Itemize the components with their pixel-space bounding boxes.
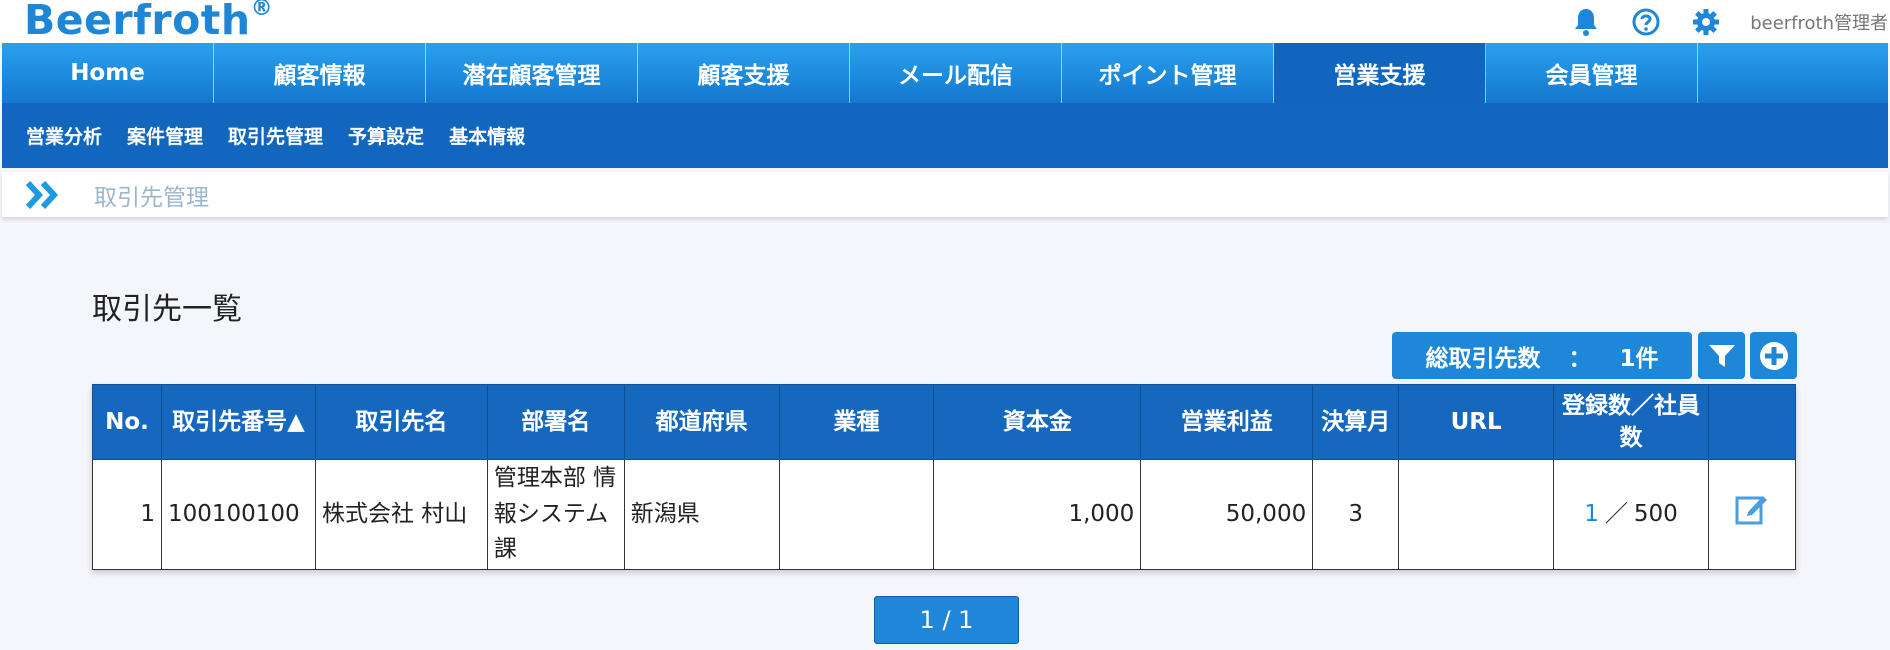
col-registered-employees[interactable]: 登録数／社員数 [1553,384,1709,460]
nav-customer-support[interactable]: 顧客支援 [638,43,850,103]
total-separator: ： [1568,345,1592,372]
gear-icon[interactable] [1690,6,1722,38]
col-operating-profit[interactable]: 営業利益 [1140,384,1314,460]
add-client-button[interactable] [1750,332,1797,379]
subnav-client-management[interactable]: 取引先管理 [228,122,323,149]
nav-home[interactable]: Home [2,43,214,103]
table-header-row: No. 取引先番号▲ 取引先名 部署名 都道府県 業種 資本金 営業利益 決算月… [92,384,1797,460]
double-chevron-right-icon [26,178,66,212]
edit-icon [1735,495,1767,525]
cell-industry [778,459,935,570]
filter-icon [1708,344,1735,367]
cell-registered-employees: 1 ／ 500 [1553,459,1709,570]
total-value: 1件 [1619,345,1659,372]
sub-nav: 営業分析 案件管理 取引先管理 予算設定 基本情報 [2,103,1888,168]
col-client-name[interactable]: 取引先名 [314,384,488,460]
col-client-code[interactable]: 取引先番号▲ [160,384,316,460]
nav-prospect-management[interactable]: 潜在顧客管理 [426,43,638,103]
subnav-sales-analysis[interactable]: 営業分析 [26,122,102,149]
col-actions [1707,384,1797,460]
page-title: 取引先一覧 [92,292,242,327]
col-prefecture[interactable]: 都道府県 [623,384,780,460]
cell-client-name: 株式会社 村山 [314,459,488,570]
cell-url [1398,459,1555,570]
cell-prefecture: 新潟県 [623,459,780,570]
cell-no: 1 [92,459,162,570]
subnav-deal-management[interactable]: 案件管理 [127,122,203,149]
employee-count: 500 [1633,500,1678,527]
cell-actions [1707,459,1797,570]
top-icons: beerfroth管理者 [1570,6,1890,38]
nav-member-management[interactable]: 会員管理 [1486,43,1698,103]
nav-point-management[interactable]: ポイント管理 [1062,43,1274,103]
col-capital[interactable]: 資本金 [933,384,1142,460]
bell-icon[interactable] [1570,6,1602,38]
nav-mail-delivery[interactable]: メール配信 [850,43,1062,103]
table-row[interactable]: 1 100100100 株式会社 村山 管理本部 情報システム課 新潟県 1,0… [92,459,1797,570]
top-bar: Beerfroth® beerfroth管理者 [0,0,1890,44]
edit-button[interactable] [1735,492,1769,538]
user-name[interactable]: beerfroth管理者 [1750,9,1888,35]
nav-customer-info[interactable]: 顧客情報 [214,43,426,103]
col-url[interactable]: URL [1398,384,1555,460]
plus-circle-icon [1759,341,1788,370]
cell-operating-profit: 50,000 [1140,459,1314,570]
breadcrumb: 取引先管理 [2,172,1888,217]
col-industry[interactable]: 業種 [778,384,935,460]
breadcrumb-current: 取引先管理 [94,184,209,211]
cell-department: 管理本部 情報システム課 [486,459,625,570]
cell-client-code: 100100100 [160,459,316,570]
client-table: No. 取引先番号▲ 取引先名 部署名 都道府県 業種 資本金 営業利益 決算月… [92,384,1797,570]
app-logo[interactable]: Beerfroth® [24,0,273,44]
col-fiscal-month[interactable]: 決算月 [1312,384,1400,460]
cell-capital: 1,000 [933,459,1142,570]
nav-sales-support[interactable]: 営業支援 [1274,43,1486,103]
total-count-badge: 総取引先数 ： 1件 [1392,332,1692,379]
main-nav: Home 顧客情報 潜在顧客管理 顧客支援 メール配信 ポイント管理 営業支援 … [2,43,1888,103]
col-no[interactable]: No. [92,384,162,460]
total-label: 総取引先数 [1425,345,1541,372]
registered-count-link[interactable]: 1 [1584,501,1599,527]
help-icon[interactable] [1630,6,1662,38]
col-department[interactable]: 部署名 [486,384,625,460]
pagination-indicator[interactable]: 1 / 1 [874,596,1019,644]
subnav-basic-info[interactable]: 基本情報 [449,122,525,149]
cell-fiscal-month: 3 [1312,459,1400,570]
registered-separator: ／ [1604,500,1628,527]
filter-button[interactable] [1698,332,1745,379]
subnav-budget-settings[interactable]: 予算設定 [348,122,424,149]
